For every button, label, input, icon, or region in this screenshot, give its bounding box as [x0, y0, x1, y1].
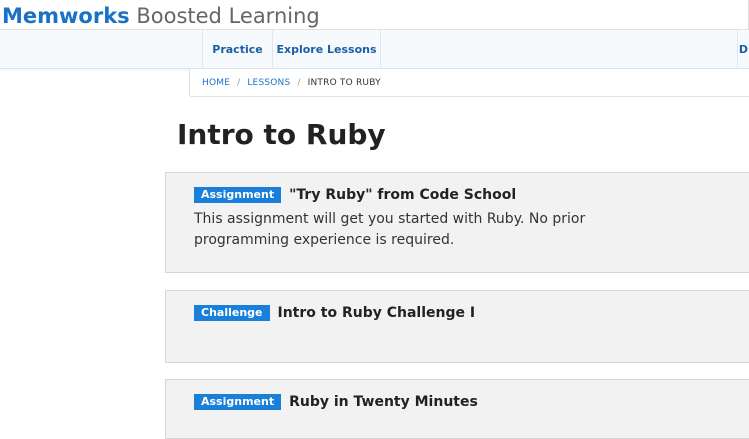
brand-logo[interactable]: Memworks Boosted Learning: [2, 4, 320, 28]
nav-practice[interactable]: Practice: [202, 30, 272, 69]
brand-primary: Memworks: [2, 4, 130, 28]
assignment-badge: Assignment: [194, 394, 282, 410]
lesson-item-description: This assignment will get you started wit…: [194, 211, 586, 248]
nav-explore-lessons[interactable]: Explore Lessons: [272, 30, 381, 69]
challenge-badge: Challenge: [194, 305, 270, 321]
lesson-item: Challenge Intro to Ruby Challenge I: [165, 290, 749, 363]
breadcrumb-lessons[interactable]: LESSONS: [247, 78, 290, 88]
lesson-item-title[interactable]: "Try Ruby" from Code School: [289, 187, 516, 203]
main-nav: Practice Explore Lessons D: [0, 30, 749, 69]
assignment-badge: Assignment: [194, 187, 282, 203]
lesson-item: Assignment "Try Ruby" from Code School T…: [165, 172, 749, 273]
breadcrumb-current: INTRO TO RUBY: [307, 77, 381, 88]
breadcrumb-home[interactable]: HOME: [202, 78, 230, 88]
lesson-item-title[interactable]: Ruby in Twenty Minutes: [289, 394, 478, 410]
page-title: Intro to Ruby: [177, 118, 386, 151]
nav-item-partial[interactable]: D: [737, 30, 749, 69]
lesson-item-header: Assignment Ruby in Twenty Minutes: [194, 394, 478, 410]
lesson-item-header: Challenge Intro to Ruby Challenge I: [194, 305, 475, 321]
lesson-item-title[interactable]: Intro to Ruby Challenge I: [278, 305, 476, 321]
lesson-item-header: Assignment "Try Ruby" from Code School: [194, 187, 516, 203]
top-header: Memworks Boosted Learning: [0, 0, 749, 30]
breadcrumb-separator: /: [237, 77, 241, 88]
brand-secondary: Boosted Learning: [136, 4, 320, 28]
breadcrumb: HOME / LESSONS / INTRO TO RUBY: [189, 69, 749, 97]
breadcrumb-separator: /: [297, 77, 301, 88]
lesson-item: Assignment Ruby in Twenty Minutes: [165, 379, 749, 439]
